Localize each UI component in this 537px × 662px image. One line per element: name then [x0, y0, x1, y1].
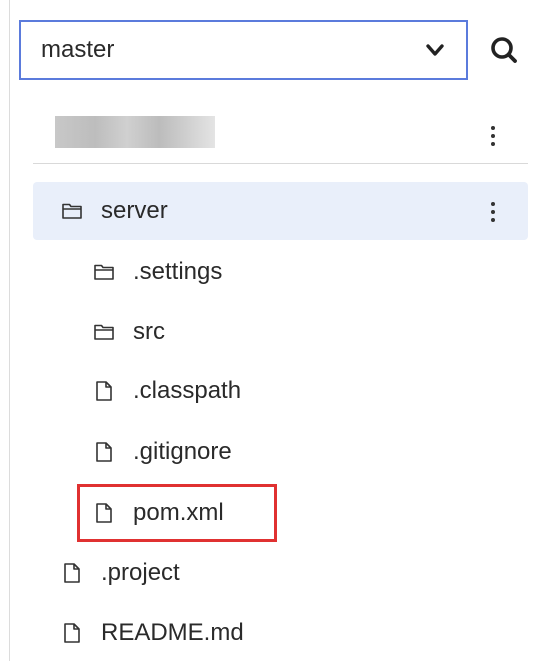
tree-file-gitignore[interactable]: .gitignore [93, 423, 232, 481]
tree-item-label: server [101, 197, 168, 224]
tree-folder-src[interactable]: src [93, 303, 165, 361]
tree-item-label: .project [101, 559, 180, 586]
file-icon [64, 563, 80, 583]
tree-item-label: README.md [101, 619, 244, 646]
branch-select-value: master [41, 36, 115, 63]
annotation-highlight-box [77, 484, 277, 542]
tree-file-project[interactable]: .project [61, 544, 180, 602]
tree-item-label: src [133, 318, 165, 345]
folder-icon [62, 203, 82, 219]
tree-item-label: .settings [133, 258, 223, 285]
tree-file-classpath[interactable]: .classpath [93, 362, 241, 420]
search-icon[interactable] [485, 33, 525, 67]
file-icon [96, 381, 112, 401]
folder-icon [94, 324, 114, 340]
tree-file-readme[interactable]: README.md [61, 604, 244, 662]
tree-item-label: .classpath [133, 377, 242, 404]
tree-folder-settings[interactable]: .settings [93, 243, 222, 301]
folder-icon [94, 264, 114, 280]
tree-item-label: .gitignore [133, 438, 232, 465]
more-vertical-icon[interactable] [483, 121, 503, 151]
repository-name-redacted [55, 116, 215, 148]
branch-select[interactable]: master [19, 20, 468, 80]
file-icon [96, 442, 112, 462]
chevron-down-icon [426, 44, 444, 56]
repository-row[interactable] [33, 105, 528, 164]
file-icon [64, 623, 80, 643]
tree-folder-server[interactable]: server [61, 182, 168, 240]
more-vertical-icon[interactable] [483, 197, 503, 227]
